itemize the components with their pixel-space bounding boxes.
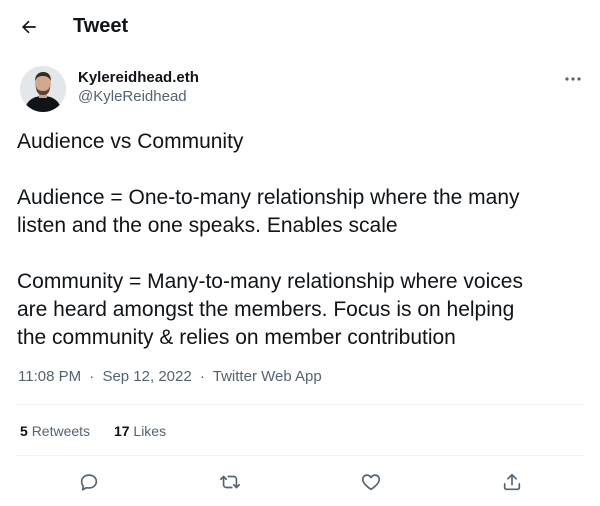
share-icon xyxy=(503,473,521,491)
more-options-button[interactable] xyxy=(560,68,586,90)
back-button[interactable] xyxy=(14,12,44,42)
divider xyxy=(16,404,584,405)
avatar[interactable] xyxy=(20,66,66,112)
likes-label: Likes xyxy=(133,423,167,439)
meta-separator: · xyxy=(199,368,205,385)
author-handle[interactable]: @KyleReidhead xyxy=(78,88,187,105)
divider xyxy=(16,455,584,456)
like-button[interactable] xyxy=(357,468,385,496)
arrow-left-icon xyxy=(22,20,36,34)
tweet-text: Audience vs Community Audience = One-to-… xyxy=(17,128,587,352)
share-button[interactable] xyxy=(498,468,526,496)
tweet-time[interactable]: 11:08 PM xyxy=(18,368,81,385)
avatar-image xyxy=(20,66,66,112)
heart-icon xyxy=(361,474,381,491)
meta-separator: · xyxy=(89,368,95,385)
tweet-line: the community & relies on member contrib… xyxy=(17,326,456,349)
tweet-line: are heard amongst the members. Focus is … xyxy=(17,298,515,321)
tweet-author: Kylereidhead.eth @KyleReidhead xyxy=(0,62,600,118)
tweet-source[interactable]: Twitter Web App xyxy=(213,368,322,385)
retweet-icon xyxy=(220,475,240,489)
retweets-count: 5 xyxy=(20,423,28,439)
retweet-button[interactable] xyxy=(216,468,244,496)
tweet-line: Audience = One-to-many relationship wher… xyxy=(17,186,520,209)
tweet-line: Community = Many-to-many relationship wh… xyxy=(17,270,523,293)
tweet-stats: 5 Retweets 17 Likes xyxy=(20,423,186,439)
tweet-line: listen and the one speaks. Enables scale xyxy=(17,214,398,237)
retweets-stat[interactable]: 5 Retweets xyxy=(20,423,94,439)
tweet-date[interactable]: Sep 12, 2022 xyxy=(102,368,191,385)
page-title: Tweet xyxy=(73,15,129,37)
tweet-header: Tweet xyxy=(0,0,600,53)
more-horizontal-icon xyxy=(565,77,581,81)
tweet-line: Audience vs Community xyxy=(17,130,244,153)
likes-stat[interactable]: 17 Likes xyxy=(114,423,166,439)
tweet-meta: 11:08 PM · Sep 12, 2022 · Twitter Web Ap… xyxy=(18,368,322,385)
author-display-name[interactable]: Kylereidhead.eth xyxy=(78,69,199,86)
reply-button[interactable] xyxy=(75,468,103,496)
reply-icon xyxy=(80,474,98,491)
likes-count: 17 xyxy=(113,423,130,439)
retweets-label: Retweets xyxy=(31,423,91,439)
